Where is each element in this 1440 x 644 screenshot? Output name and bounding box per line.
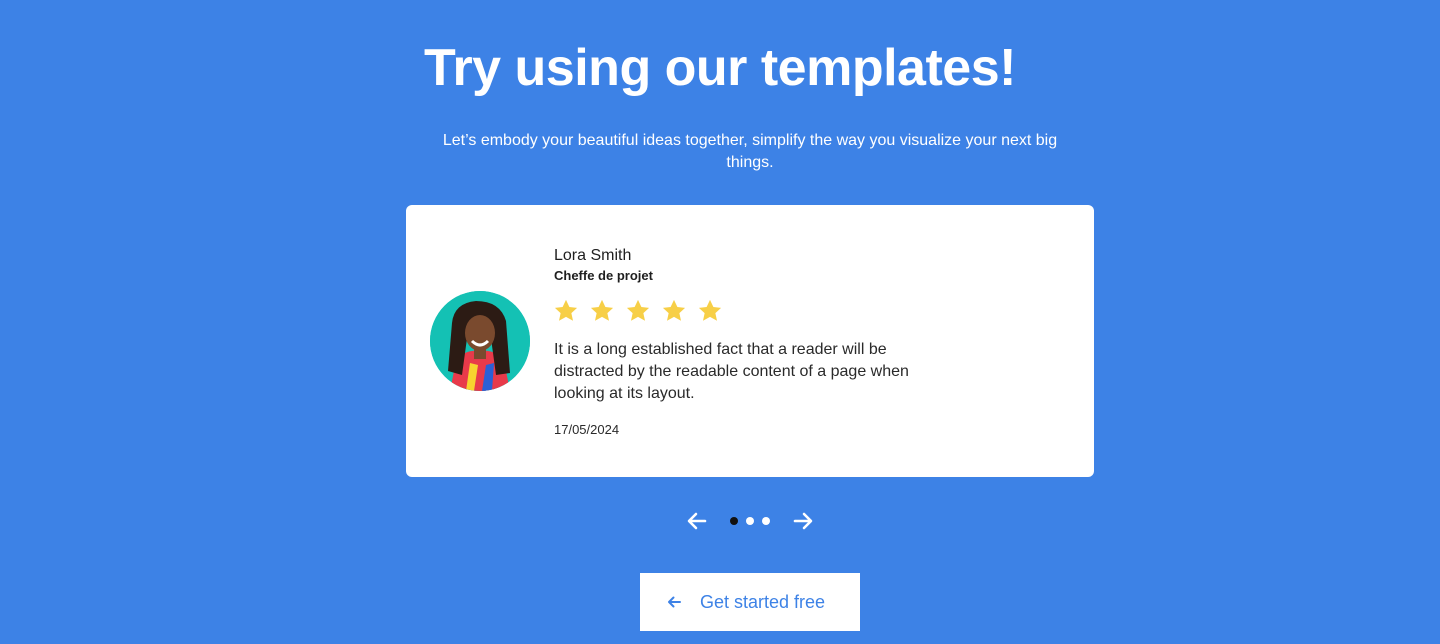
review-text: It is a long established fact that a rea… xyxy=(554,341,909,402)
star-icon xyxy=(626,299,650,321)
avatar xyxy=(430,291,530,391)
reviewer-name: Lora Smith xyxy=(554,247,632,264)
carousel-navigation xyxy=(680,506,820,536)
get-started-button[interactable]: Get started free xyxy=(640,573,860,631)
arrow-left-icon[interactable] xyxy=(685,509,709,533)
arrow-right-icon[interactable] xyxy=(791,509,815,533)
page-subtitle: Let’s embody your beautiful ideas togeth… xyxy=(442,132,1058,171)
testimonial-card: Lora Smith Cheffe de projet It is a long… xyxy=(406,205,1094,477)
carousel-dot-3[interactable] xyxy=(762,517,770,525)
star-rating xyxy=(552,297,724,325)
reviewer-role: Cheffe de projet xyxy=(554,268,653,283)
get-started-label: Get started free xyxy=(700,592,826,612)
review-date: 17/05/2024 xyxy=(554,422,620,437)
carousel-dot-2[interactable] xyxy=(746,517,754,525)
star-icon xyxy=(590,299,614,321)
carousel-dot-1[interactable] xyxy=(730,517,738,525)
star-icon xyxy=(662,299,686,321)
star-icon xyxy=(554,299,578,321)
arrow-left-icon xyxy=(666,594,682,610)
page-title: Try using our templates! xyxy=(424,39,1016,97)
star-icon xyxy=(698,299,722,321)
